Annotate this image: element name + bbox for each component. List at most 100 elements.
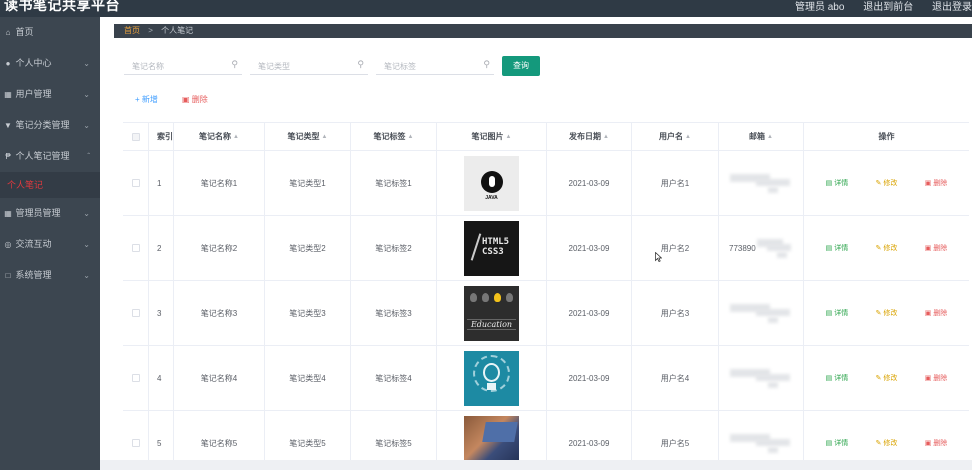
- row-checkbox[interactable]: [131, 244, 140, 252]
- search-icon: ⚲: [231, 59, 238, 69]
- row-checkbox[interactable]: [131, 439, 140, 447]
- sidebar-item-admins[interactable]: ▦ 管理员管理 ⌄: [0, 198, 100, 229]
- sidebar-item-notes[interactable]: ₱ 个人笔记管理 ˆ: [0, 141, 100, 172]
- header-label: 邮箱: [749, 132, 766, 141]
- header-email[interactable]: 邮箱 ▲: [719, 123, 804, 150]
- trash-icon: ▣: [182, 95, 190, 104]
- row-index: 4: [149, 346, 174, 410]
- edit-button[interactable]: ✎ 修改: [876, 438, 898, 448]
- select-all-checkbox[interactable]: [131, 132, 140, 141]
- search-icon: ⚲: [357, 59, 364, 69]
- header-user[interactable]: 用户名 ▲: [632, 123, 719, 150]
- row-email: [719, 346, 804, 410]
- header-type[interactable]: 笔记类型 ▲: [265, 123, 351, 150]
- row-user: 用户名4: [632, 346, 719, 410]
- home-icon: ⌂: [5, 28, 11, 37]
- row-name: 笔记名称4: [174, 346, 265, 410]
- blurred-email: [730, 302, 792, 324]
- sort-icon: ▲: [767, 133, 773, 140]
- sort-icon: ▲: [321, 133, 328, 140]
- bottom-strip: [100, 460, 972, 470]
- bulb-icon: [482, 292, 489, 302]
- sidebar-item-label: 个人笔记: [7, 180, 44, 190]
- delete-button[interactable]: ▣ 删除: [925, 373, 948, 383]
- detail-button[interactable]: ▤ 详情: [826, 438, 849, 448]
- back-to-front-link[interactable]: 退出到前台: [863, 2, 913, 13]
- row-name: 笔记名称2: [174, 216, 265, 280]
- breadcrumb-home[interactable]: 首页: [124, 26, 140, 35]
- note-type-input[interactable]: 笔记类型 ⚲: [250, 57, 368, 75]
- input-placeholder: 笔记名称: [132, 62, 164, 71]
- edit-button[interactable]: ✎ 修改: [876, 308, 898, 318]
- sidebar-item-system[interactable]: □ 系统管理 ⌄: [0, 260, 100, 291]
- sidebar-item-label: 个人中心: [15, 58, 52, 68]
- sort-icon: ▲: [407, 133, 414, 140]
- header-label: 笔记标签: [373, 132, 406, 141]
- bulb-lit-icon: [494, 292, 501, 302]
- logout-link[interactable]: 退出登录: [932, 2, 972, 13]
- header-date[interactable]: 发布日期 ▲: [547, 123, 632, 150]
- row-checkbox[interactable]: [131, 179, 140, 187]
- chat-icon: ◎: [4, 240, 12, 249]
- admin-label: 管理员 abo: [794, 2, 845, 13]
- breadcrumb-separator: >: [148, 26, 153, 35]
- edit-button[interactable]: ✎ 修改: [876, 243, 898, 253]
- row-type: 笔记类型1: [265, 151, 351, 215]
- sidebar-item-category[interactable]: ▼ 笔记分类管理 ⌄: [0, 110, 100, 141]
- batch-delete-button[interactable]: ▣ 删除: [182, 94, 208, 105]
- row-tag: 笔记标签1: [351, 151, 437, 215]
- lightbulb-icon: [483, 362, 500, 382]
- category-icon: ▼: [4, 121, 12, 130]
- sidebar-item-profile[interactable]: ● 个人中心 ⌄: [0, 48, 100, 79]
- row-checkbox[interactable]: [131, 374, 140, 382]
- sidebar-item-label: 个人笔记管理: [15, 151, 70, 161]
- blurred-email: [730, 432, 792, 454]
- header-tag[interactable]: 笔记标签 ▲: [351, 123, 437, 150]
- batch-delete-label: 删除: [191, 95, 208, 104]
- chevron-down-icon: ⌄: [83, 121, 90, 130]
- sidebar-item-label: 系统管理: [15, 270, 52, 280]
- detail-button[interactable]: ▤ 详情: [826, 178, 849, 188]
- sidebar-item-chat[interactable]: ◎ 交流互动 ⌄: [0, 229, 100, 260]
- row-type: 笔记类型2: [265, 216, 351, 280]
- app-title: 读书笔记共享平台: [4, 0, 120, 13]
- delete-button[interactable]: ▣ 删除: [925, 178, 948, 188]
- bulb-icon: [470, 292, 477, 302]
- note-thumbnail-education: Education: [464, 285, 519, 341]
- add-button[interactable]: + 新增: [135, 94, 158, 105]
- sidebar-item-label: 笔记分类管理: [15, 120, 70, 130]
- sidebar-item-users[interactable]: ▦ 用户管理 ⌄: [0, 79, 100, 110]
- chevron-down-icon: ⌄: [83, 209, 90, 218]
- header-image[interactable]: 笔记图片 ▲: [437, 123, 547, 150]
- note-tag-input[interactable]: 笔记标签 ⚲: [376, 57, 494, 75]
- edit-button[interactable]: ✎ 修改: [876, 178, 898, 188]
- sidebar-subitem-personal-notes[interactable]: 个人笔记: [0, 172, 100, 198]
- delete-button[interactable]: ▣ 删除: [925, 308, 948, 318]
- row-checkbox[interactable]: [131, 309, 140, 317]
- mouse-cursor-icon: [655, 252, 662, 262]
- row-name: 笔记名称3: [174, 281, 265, 345]
- header-ops: 操作: [878, 132, 895, 141]
- row-ops: ▤ 详情 ✎ 修改 ▣ 删除: [804, 151, 969, 215]
- detail-button[interactable]: ▤ 详情: [826, 373, 849, 383]
- detail-button[interactable]: ▤ 详情: [826, 308, 849, 318]
- row-ops: ▤ 详情 ✎ 修改 ▣ 删除: [804, 346, 969, 410]
- delete-button[interactable]: ▣ 删除: [925, 243, 948, 253]
- table-header: 索引 笔记名称 ▲ 笔记类型 ▲ 笔记标签 ▲ 笔记图片 ▲ 发布日期 ▲ 用户名 ▲ 邮箱…: [123, 122, 969, 151]
- row-image-cell: JAVA: [437, 151, 547, 215]
- detail-button[interactable]: ▤ 详情: [826, 243, 849, 253]
- header-label: 笔记图片: [471, 132, 504, 141]
- notes-table: 索引 笔记名称 ▲ 笔记类型 ▲ 笔记标签 ▲ 笔记图片 ▲ 发布日期 ▲ 用户名 ▲ 邮箱…: [123, 122, 969, 470]
- delete-button[interactable]: ▣ 删除: [925, 438, 948, 448]
- row-image-cell: Education: [437, 281, 547, 345]
- sidebar-item-home[interactable]: ⌂ 首页: [0, 17, 100, 48]
- row-tag: 笔记标签2: [351, 216, 437, 280]
- header-name[interactable]: 笔记名称 ▲: [174, 123, 265, 150]
- row-user: 用户名3: [632, 281, 719, 345]
- edit-button[interactable]: ✎ 修改: [876, 373, 898, 383]
- row-checkbox-cell: [123, 151, 149, 215]
- chevron-down-icon: ⌄: [83, 59, 90, 68]
- query-button[interactable]: 查询: [502, 56, 540, 76]
- row-email: [719, 151, 804, 215]
- note-name-input[interactable]: 笔记名称 ⚲: [124, 57, 242, 75]
